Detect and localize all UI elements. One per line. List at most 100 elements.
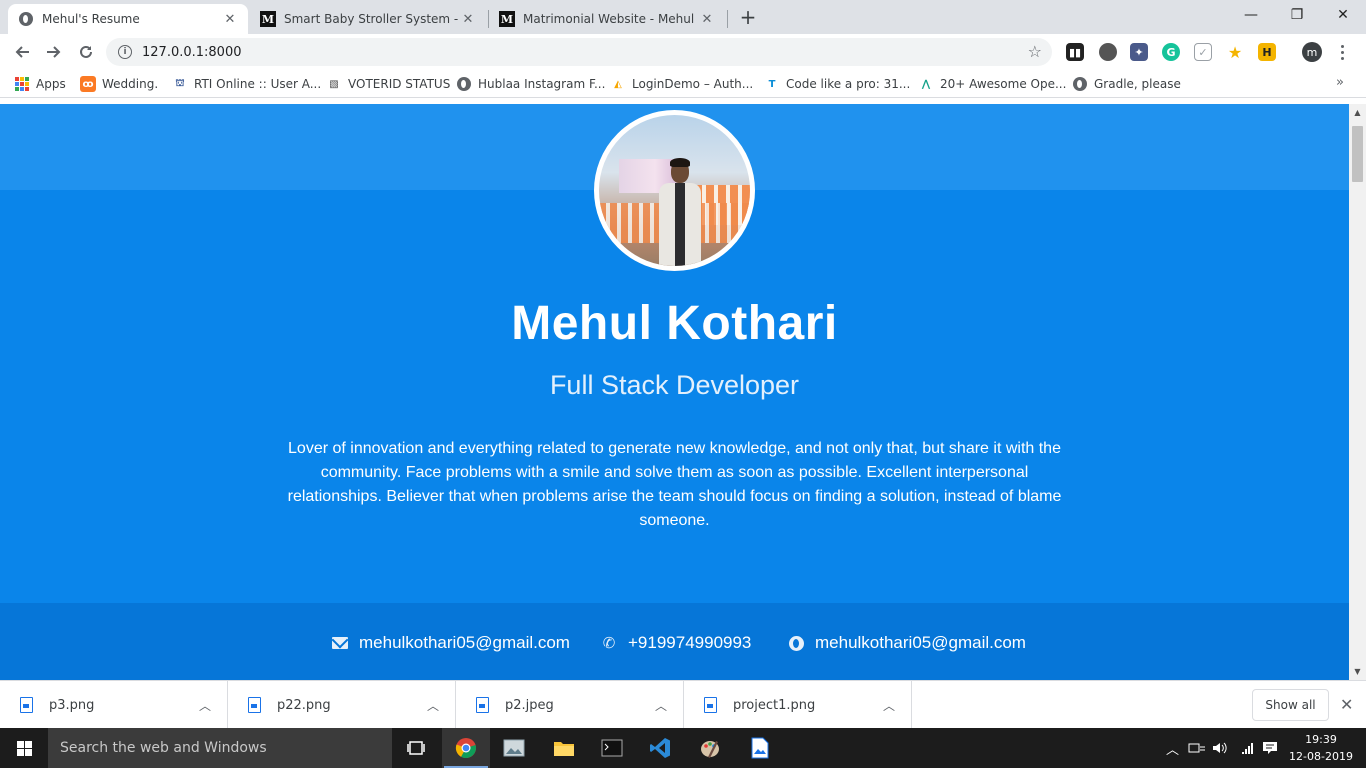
tab-smart-baby-stroller[interactable]: M Smart Baby Stroller System - Meh ✕ xyxy=(250,4,486,34)
task-view-icon[interactable] xyxy=(392,728,440,768)
profile-bio: Lover of innovation and everything relat… xyxy=(287,440,1062,529)
chevron-up-icon[interactable]: ︿ xyxy=(655,697,667,714)
contact-email-text: mehulkothari05@gmail.com xyxy=(359,633,570,652)
tab-title: Mehul's Resume xyxy=(42,12,140,26)
vscode-taskbar-icon[interactable] xyxy=(636,728,684,768)
reload-button[interactable] xyxy=(72,38,100,66)
code-icon: T xyxy=(768,78,776,90)
maximize-button[interactable]: ❐ xyxy=(1274,0,1320,30)
bookmark-voterid-status[interactable]: ▧ VOTERID STATUS xyxy=(326,75,450,93)
globe-icon xyxy=(1072,76,1088,92)
extension-trello-icon[interactable]: ▮▮ xyxy=(1066,43,1084,61)
contact-bar: mehulkothari05@gmail.com ✆ +919974990993… xyxy=(0,603,1349,680)
taskbar-clock[interactable]: 19:39 12-08-2019 xyxy=(1286,731,1356,765)
back-arrow-icon xyxy=(15,46,29,58)
close-icon[interactable]: ✕ xyxy=(222,11,238,27)
extension-circle-icon[interactable] xyxy=(1099,43,1117,61)
bookmark-wedding[interactable]: ꝏ Wedding. xyxy=(80,75,158,93)
download-item[interactable]: p2.jpeg ︿ xyxy=(456,681,684,729)
bookmark-label: Wedding. xyxy=(102,77,159,91)
contact-phone[interactable]: ✆ +919974990993 xyxy=(600,633,752,653)
download-filename: p2.jpeg xyxy=(505,697,554,713)
chevron-up-icon[interactable]: ︿ xyxy=(427,697,439,714)
paint-palette-icon xyxy=(701,741,719,758)
paint-taskbar-icon[interactable] xyxy=(686,728,734,768)
network-glyph xyxy=(1188,743,1205,753)
forward-arrow-icon xyxy=(47,46,61,58)
scroll-thumb[interactable] xyxy=(1352,126,1363,182)
bookmark-star-icon[interactable]: ☆ xyxy=(1028,42,1042,61)
contact-website[interactable]: mehulkothari05@gmail.com xyxy=(787,633,1026,653)
wifi-glyph xyxy=(1242,743,1253,754)
close-icon[interactable]: ✕ xyxy=(460,11,476,27)
download-filename: p22.png xyxy=(277,697,331,713)
menu-kebab-icon[interactable] xyxy=(1338,41,1346,63)
action-center-icon[interactable] xyxy=(1262,728,1278,768)
page-viewport: Mehul Kothari Full Stack Developer Lover… xyxy=(0,104,1349,680)
windows-taskbar: Search the web and Windows ︿ 19:39 12-08… xyxy=(0,728,1366,768)
tab-separator xyxy=(727,10,728,28)
globe-icon xyxy=(456,76,472,92)
image-file-icon xyxy=(248,697,261,713)
window-close-button[interactable]: ✕ xyxy=(1320,0,1366,30)
volume-icon[interactable] xyxy=(1212,728,1228,768)
network-icon[interactable] xyxy=(1188,728,1206,768)
tab-matrimonial-website[interactable]: M Matrimonial Website - Mehul Kot ✕ xyxy=(489,4,725,34)
voterid-icon: ▧ xyxy=(329,78,339,90)
bookmarks-overflow-icon[interactable]: » xyxy=(1336,75,1344,90)
tab-mehuls-resume[interactable]: Mehul's Resume ✕ xyxy=(8,4,248,34)
extension-hh-icon[interactable]: H xyxy=(1258,43,1276,61)
extension-shield-icon[interactable]: ✓ xyxy=(1194,43,1212,61)
bookmark-gradle[interactable]: Gradle, please xyxy=(1072,75,1181,93)
bookmark-code-like-a-pro[interactable]: T Code like a pro: 31... xyxy=(764,75,911,93)
minimize-button[interactable]: — xyxy=(1228,0,1274,30)
chrome-taskbar-icon[interactable] xyxy=(442,728,490,768)
wifi-icon[interactable] xyxy=(1240,728,1256,768)
download-item[interactable]: p22.png ︿ xyxy=(228,681,456,729)
speaker-glyph xyxy=(1213,742,1227,754)
taskbar-search[interactable]: Search the web and Windows xyxy=(48,728,392,768)
tab-strip: Mehul's Resume ✕ M Smart Baby Stroller S… xyxy=(0,0,1366,34)
clock-date: 12-08-2019 xyxy=(1289,750,1353,763)
image-viewer-taskbar-icon[interactable] xyxy=(736,728,784,768)
bookmark-label: 20+ Awesome Ope... xyxy=(940,77,1067,91)
terminal-taskbar-icon[interactable] xyxy=(588,728,636,768)
extension-puzzle-icon[interactable]: ✦ xyxy=(1130,43,1148,61)
new-tab-button[interactable]: + xyxy=(736,5,760,29)
bookmark-awesome[interactable]: ⋀ 20+ Awesome Ope... xyxy=(918,75,1067,93)
forward-button[interactable] xyxy=(40,38,68,66)
scroll-up-arrow-icon[interactable]: ▲ xyxy=(1349,104,1366,121)
profile-role: Full Stack Developer xyxy=(549,370,800,400)
address-text: 127.0.0.1:8000 xyxy=(142,44,242,60)
address-bar[interactable]: i 127.0.0.1:8000 ☆ xyxy=(106,38,1052,66)
start-button[interactable] xyxy=(0,728,48,768)
notification-glyph xyxy=(1263,742,1277,754)
extension-star-icon[interactable]: ★ xyxy=(1226,43,1244,62)
scroll-down-arrow-icon[interactable]: ▼ xyxy=(1349,663,1366,680)
back-button[interactable] xyxy=(8,38,36,66)
extension-grammarly-icon[interactable]: G xyxy=(1162,43,1180,61)
bookmark-rti-online[interactable]: ⛫ RTI Online :: User A... xyxy=(172,75,321,93)
download-filename: project1.png xyxy=(733,697,816,713)
auth-icon: ◭ xyxy=(614,78,622,90)
bookmark-label: LoginDemo – Auth... xyxy=(632,77,754,91)
close-icon[interactable]: ✕ xyxy=(1340,695,1353,714)
photos-taskbar-icon[interactable] xyxy=(490,728,538,768)
show-hidden-icons-icon[interactable]: ︿ xyxy=(1166,728,1179,768)
show-all-downloads-button[interactable]: Show all xyxy=(1252,689,1329,721)
envelope-icon xyxy=(331,634,349,652)
download-item[interactable]: project1.png ︿ xyxy=(684,681,912,729)
close-icon[interactable]: ✕ xyxy=(699,11,715,27)
contact-email[interactable]: mehulkothari05@gmail.com xyxy=(331,633,570,653)
info-icon[interactable]: i xyxy=(118,45,132,59)
chevron-up-icon[interactable]: ︿ xyxy=(199,697,211,714)
bookmark-logindemo[interactable]: ◭ LoginDemo – Auth... xyxy=(610,75,753,93)
profile-photo xyxy=(594,110,755,271)
download-item[interactable]: p3.png ︿ xyxy=(0,681,228,729)
page-scrollbar[interactable]: ▲ ▼ xyxy=(1349,104,1366,680)
bookmark-hublaa[interactable]: Hublaa Instagram F... xyxy=(456,75,605,93)
profile-avatar[interactable]: m xyxy=(1302,42,1322,62)
chevron-up-icon[interactable]: ︿ xyxy=(883,697,895,714)
file-explorer-taskbar-icon[interactable] xyxy=(540,728,588,768)
bookmark-apps[interactable]: Apps xyxy=(14,75,66,93)
